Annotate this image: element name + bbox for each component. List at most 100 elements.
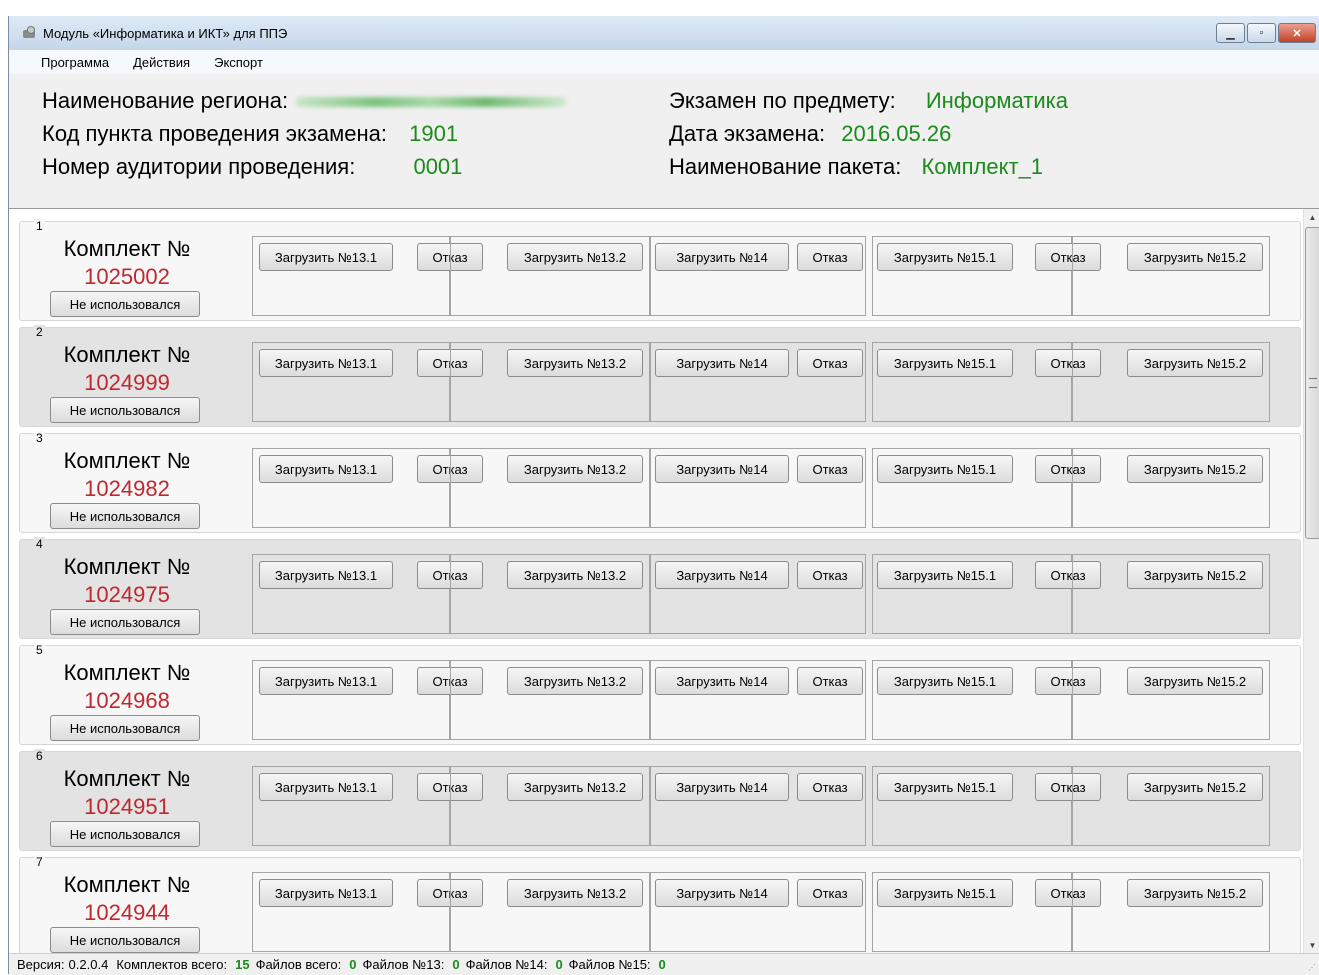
region-info: Наименование региона: [42,88,567,114]
task-15-1-panel: Загрузить №15.1 Отказ [872,766,1101,846]
maximize-button[interactable]: ▫ [1247,23,1276,43]
kit-row: 4 Комплект № 1024975 Не использовался За… [19,537,1301,639]
load-13-2-button[interactable]: Загрузить №13.2 [507,243,643,271]
refuse-14-button[interactable]: Отказ [797,773,863,801]
load-13-2-button[interactable]: Загрузить №13.2 [507,773,643,801]
ppe-code-label: Код пункта проведения экзамена: [42,121,388,146]
load-14-button[interactable]: Загрузить №14 [655,455,789,483]
task-15-2-panel: Загрузить №15.2 [1072,236,1270,316]
load-15-2-button[interactable]: Загрузить №15.2 [1127,879,1263,907]
load-15-1-button[interactable]: Загрузить №15.1 [877,879,1013,907]
kit-row: 3 Комплект № 1024982 Не использовался За… [19,431,1301,533]
not-used-button[interactable]: Не использовался [50,609,200,635]
package-value: Комплект_1 [921,154,1044,179]
date-info: Дата экзамена: 2016.05.26 [669,121,951,147]
minimize-button[interactable]: ▁ [1216,23,1245,43]
kit-index: 6 [34,749,45,763]
load-15-2-button[interactable]: Загрузить №15.2 [1127,773,1263,801]
date-label: Дата экзамена: [669,121,826,146]
kit-label: Комплект № [63,448,191,473]
load-13-1-button[interactable]: Загрузить №13.1 [259,879,393,907]
not-used-button[interactable]: Не использовался [50,397,200,423]
scroll-thumb[interactable] [1305,227,1319,539]
ppe-code-info: Код пункта проведения экзамена: 1901 [42,121,458,147]
load-13-2-button[interactable]: Загрузить №13.2 [507,879,643,907]
load-13-1-button[interactable]: Загрузить №13.1 [259,349,393,377]
load-13-1-button[interactable]: Загрузить №13.1 [259,773,393,801]
app-icon [21,26,37,40]
load-15-1-button[interactable]: Загрузить №15.1 [877,773,1013,801]
version-value: 0.2.0.4 [68,957,109,972]
refuse-14-button[interactable]: Отказ [797,561,863,589]
load-13-1-button[interactable]: Загрузить №13.1 [259,455,393,483]
menu-program[interactable]: Программа [9,55,121,70]
kit-row: 7 Комплект № 1024944 Не использовался За… [19,855,1301,953]
task-14-panel: Загрузить №14 Отказ [650,660,866,740]
load-15-1-button[interactable]: Загрузить №15.1 [877,667,1013,695]
task-13-1-panel: Загрузить №13.1 Отказ [252,342,483,422]
scroll-up-button[interactable]: ▲ [1304,209,1319,225]
subject-label: Экзамен по предмету: [669,88,896,113]
subject-value: Информатика [925,88,1068,113]
scroll-down-button[interactable]: ▼ [1304,937,1319,953]
task-14-panel: Загрузить №14 Отказ [650,448,866,528]
load-15-2-button[interactable]: Загрузить №15.2 [1127,243,1263,271]
load-14-button[interactable]: Загрузить №14 [655,773,789,801]
package-label: Наименование пакета: [669,154,902,179]
load-15-1-button[interactable]: Загрузить №15.1 [877,243,1013,271]
load-14-button[interactable]: Загрузить №14 [655,561,789,589]
load-15-1-button[interactable]: Загрузить №15.1 [877,349,1013,377]
package-info: Наименование пакета: Комплект_1 [669,154,1043,180]
close-icon: ✕ [1292,27,1302,40]
load-13-1-button[interactable]: Загрузить №13.1 [259,667,393,695]
load-15-1-button[interactable]: Загрузить №15.1 [877,455,1013,483]
load-13-1-button[interactable]: Загрузить №13.1 [259,561,393,589]
refuse-14-button[interactable]: Отказ [797,667,863,695]
not-used-button[interactable]: Не использовался [50,503,200,529]
load-14-button[interactable]: Загрузить №14 [655,349,789,377]
not-used-button[interactable]: Не использовался [50,821,200,847]
kit-number: 1024975 [84,582,170,607]
refuse-14-button[interactable]: Отказ [797,243,863,271]
resize-grip-icon[interactable]: ⋰ [1308,963,1318,973]
task-14-panel: Загрузить №14 Отказ [650,236,866,316]
load-13-1-button[interactable]: Загрузить №13.1 [259,243,393,271]
load-13-2-button[interactable]: Загрузить №13.2 [507,455,643,483]
auditory-value: 0001 [413,154,463,179]
refuse-14-button[interactable]: Отказ [797,455,863,483]
load-15-2-button[interactable]: Загрузить №15.2 [1127,349,1263,377]
task-14-panel: Загрузить №14 Отказ [650,872,866,952]
not-used-button[interactable]: Не использовался [50,291,200,317]
kit-list[interactable]: 1 Комплект № 1025002 Не использовался За… [9,209,1303,953]
version-label: Версия: [17,957,65,972]
load-15-2-button[interactable]: Загрузить №15.2 [1127,561,1263,589]
menu-actions[interactable]: Действия [121,55,202,70]
auditory-label: Номер аудитории проведения: [42,154,356,179]
vertical-scrollbar[interactable]: ▲ ▼ [1303,209,1319,953]
load-15-2-button[interactable]: Загрузить №15.2 [1127,455,1263,483]
load-15-2-button[interactable]: Загрузить №15.2 [1127,667,1263,695]
load-15-1-button[interactable]: Загрузить №15.1 [877,561,1013,589]
files-14-label: Файлов №14: [465,957,548,972]
main-window: Модуль «Информатика и ИКТ» для ППЭ ▁ ▫ ✕… [8,16,1319,975]
load-14-button[interactable]: Загрузить №14 [655,667,789,695]
kit-number: 1025002 [84,264,170,289]
close-button[interactable]: ✕ [1278,23,1316,43]
refuse-14-button[interactable]: Отказ [797,879,863,907]
not-used-button[interactable]: Не использовался [50,927,200,953]
task-15-1-panel: Загрузить №15.1 Отказ [872,660,1101,740]
task-13-1-panel: Загрузить №13.1 Отказ [252,448,483,528]
kit-row: 5 Комплект № 1024968 Не использовался За… [19,643,1301,745]
load-13-2-button[interactable]: Загрузить №13.2 [507,667,643,695]
kit-number: 1024968 [84,688,170,713]
load-14-button[interactable]: Загрузить №14 [655,243,789,271]
not-used-button[interactable]: Не использовался [50,715,200,741]
load-13-2-button[interactable]: Загрузить №13.2 [507,561,643,589]
load-14-button[interactable]: Загрузить №14 [655,879,789,907]
refuse-14-button[interactable]: Отказ [797,349,863,377]
load-13-2-button[interactable]: Загрузить №13.2 [507,349,643,377]
menu-export[interactable]: Экспорт [202,55,275,70]
region-value-blurred [296,97,567,108]
arrow-up-icon: ▲ [1308,212,1317,222]
kit-label: Комплект № [63,766,191,791]
